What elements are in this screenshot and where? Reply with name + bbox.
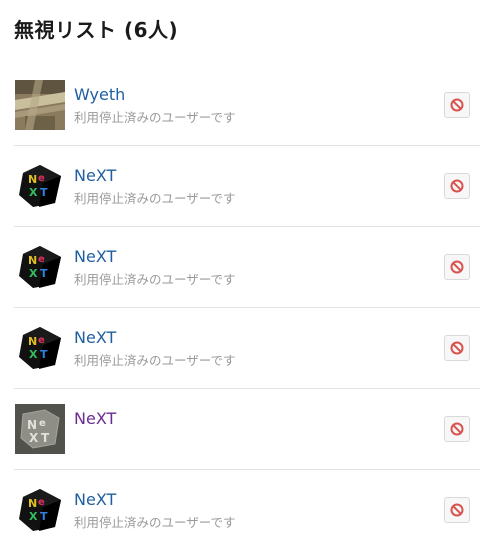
svg-text:X: X [29, 348, 38, 361]
unblock-button[interactable] [444, 173, 470, 199]
svg-text:e: e [38, 173, 45, 184]
list-item: N e X T NeXT 利用停止済みのユーザーです [14, 308, 480, 389]
next-cube-logo-icon: N e X T [19, 165, 61, 207]
page-title: 無視リスト (6人) [14, 18, 179, 42]
svg-text:N: N [28, 335, 37, 348]
svg-text:X: X [29, 267, 38, 280]
user-name-link[interactable]: NeXT [74, 247, 116, 266]
list-item: N e X T NeXT [14, 389, 480, 470]
avatar[interactable]: N e X T [15, 404, 65, 454]
user-name-link[interactable]: NeXT [74, 490, 116, 509]
prohibited-icon [450, 503, 464, 517]
unblock-button[interactable] [444, 254, 470, 280]
svg-text:e: e [38, 335, 45, 346]
user-status: 利用停止済みのユーザーです [74, 272, 236, 287]
svg-text:N: N [28, 173, 37, 186]
svg-text:N: N [28, 497, 37, 510]
user-status: 利用停止済みのユーザーです [74, 353, 236, 368]
prohibited-icon [450, 341, 464, 355]
user-status: 利用停止済みのユーザーです [74, 110, 236, 125]
svg-text:T: T [40, 186, 48, 199]
svg-text:X: X [29, 431, 39, 445]
svg-text:e: e [38, 497, 45, 508]
svg-text:X: X [29, 186, 38, 199]
svg-text:T: T [40, 510, 48, 523]
list-item: N e X T NeXT 利用停止済みのユーザーです [14, 227, 480, 308]
avatar[interactable]: N e X T [15, 242, 65, 292]
svg-text:N: N [28, 254, 37, 267]
user-status: 利用停止済みのユーザーです [74, 515, 236, 530]
svg-text:N: N [27, 418, 37, 432]
prohibited-icon [450, 260, 464, 274]
next-cube-logo-icon: N e X T [19, 489, 61, 531]
prohibited-icon [450, 179, 464, 193]
next-cube-logo-icon: N e X T [19, 246, 61, 288]
prohibited-icon [450, 422, 464, 436]
svg-text:T: T [40, 267, 48, 280]
svg-text:e: e [38, 254, 45, 265]
list-item: N e X T NeXT 利用停止済みのユーザーです [14, 146, 480, 227]
unblock-button[interactable] [444, 335, 470, 361]
user-name-link[interactable]: NeXT [74, 409, 116, 428]
photo-avatar-icon [15, 80, 65, 130]
avatar[interactable]: N e X T [15, 323, 65, 373]
unblock-button[interactable] [444, 92, 470, 118]
user-status: 利用停止済みのユーザーです [74, 191, 236, 206]
svg-text:X: X [29, 510, 38, 523]
next-cube-logo-icon: N e X T [19, 327, 61, 369]
list-item: N e X T NeXT 利用停止済みのユーザーです [14, 470, 480, 550]
svg-text:T: T [41, 431, 50, 445]
user-name-link[interactable]: NeXT [74, 166, 116, 185]
user-name-link[interactable]: NeXT [74, 328, 116, 347]
next-glass-logo-icon: N e X T [15, 404, 65, 454]
unblock-button[interactable] [444, 497, 470, 523]
svg-text:T: T [40, 348, 48, 361]
unblock-button[interactable] [444, 416, 470, 442]
avatar[interactable] [15, 80, 65, 130]
prohibited-icon [450, 98, 464, 112]
ignore-list: Wyeth 利用停止済みのユーザーです N e X T NeXT 利用停止済みの… [14, 65, 480, 550]
list-item: Wyeth 利用停止済みのユーザーです [14, 65, 480, 146]
svg-text:e: e [39, 418, 46, 429]
avatar[interactable]: N e X T [15, 485, 65, 535]
avatar[interactable]: N e X T [15, 161, 65, 211]
user-name-link[interactable]: Wyeth [74, 85, 125, 104]
